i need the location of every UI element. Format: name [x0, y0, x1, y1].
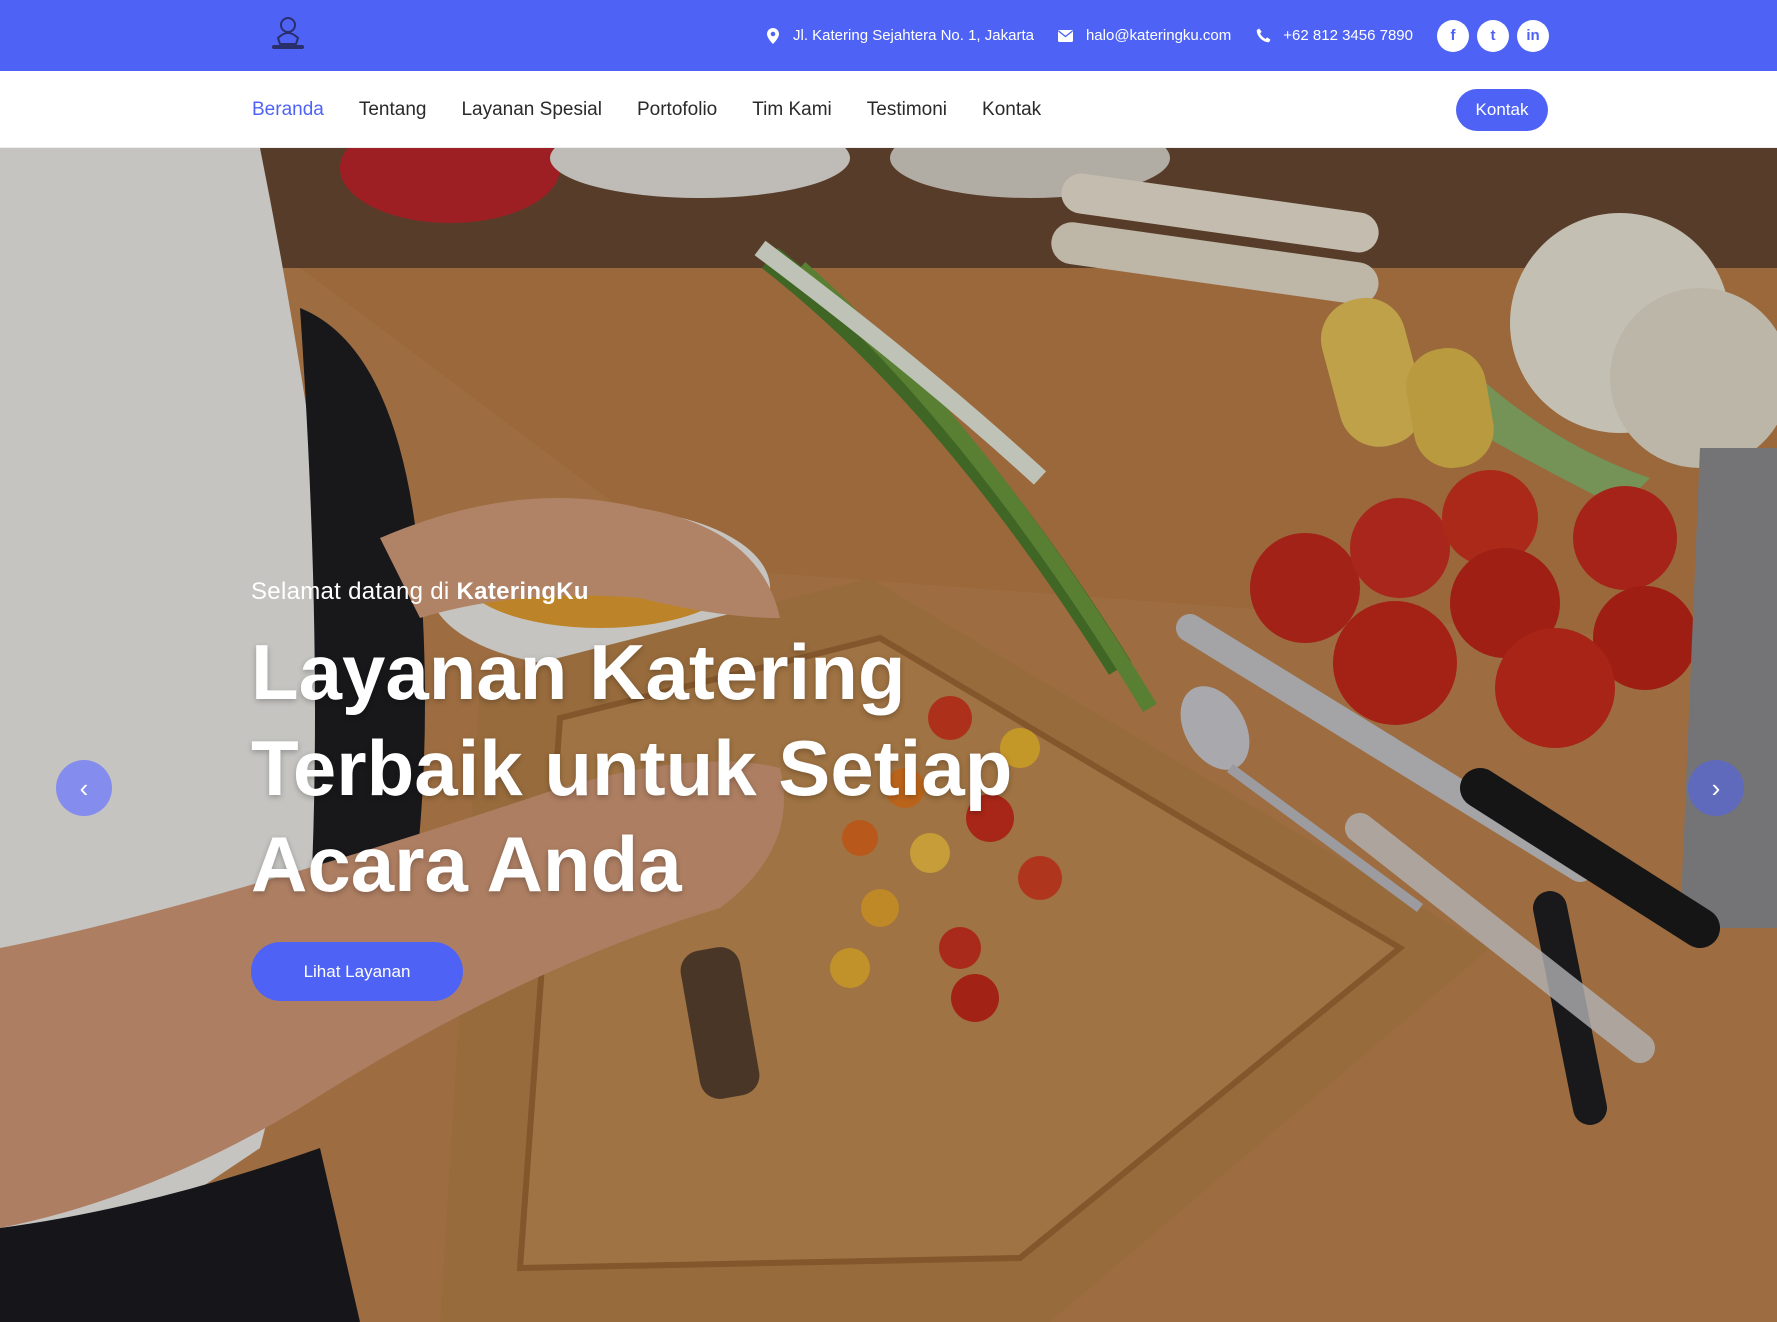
nav-link-tentang[interactable]: Tentang: [359, 99, 427, 121]
address-item: Jl. Katering Sejahtera No. 1, Jakarta: [765, 27, 1034, 44]
email-item[interactable]: halo@kateringku.com: [1058, 27, 1231, 44]
phone-icon: [1255, 28, 1271, 44]
address-text: Jl. Katering Sejahtera No. 1, Jakarta: [793, 27, 1034, 44]
envelope-icon: [1058, 28, 1074, 44]
nav-link-layanan-spesial[interactable]: Layanan Spesial: [461, 99, 602, 121]
welcome-brand: KateringKu: [456, 578, 589, 605]
site-logo[interactable]: [266, 16, 310, 54]
chevron-right-icon: ›: [1711, 772, 1721, 803]
view-services-button[interactable]: Lihat Layanan: [251, 942, 463, 1001]
welcome-prefix: Selamat datang di: [251, 578, 450, 605]
slider-next-button[interactable]: ›: [1688, 760, 1744, 816]
nav-link-portofolio[interactable]: Portofolio: [637, 99, 717, 121]
linkedin-icon[interactable]: in: [1517, 19, 1549, 52]
hero-slider: Selamat datang di KateringKu Layanan Kat…: [0, 148, 1777, 1322]
nav-link-kontak[interactable]: Kontak: [982, 99, 1041, 121]
hero-headline: Layanan Katering Terbaik untuk Setiap Ac…: [251, 628, 1013, 908]
hero-welcome-text: Selamat datang di KateringKu: [251, 578, 1151, 606]
twitter-icon[interactable]: t: [1477, 19, 1509, 52]
social-links: f t in: [1437, 19, 1549, 52]
slider-prev-button[interactable]: ‹: [56, 760, 112, 816]
map-pin-icon: [765, 27, 781, 44]
nav-link-testimoni[interactable]: Testimoni: [867, 99, 947, 121]
chevron-left-icon: ‹: [79, 772, 89, 803]
nav-link-tim-kami[interactable]: Tim Kami: [752, 99, 832, 121]
facebook-icon[interactable]: f: [1437, 19, 1469, 52]
contact-button[interactable]: Kontak: [1456, 89, 1548, 131]
email-text[interactable]: halo@kateringku.com: [1086, 27, 1231, 44]
nav-links: Beranda Tentang Layanan Spesial Portofol…: [252, 71, 1076, 148]
top-contact-bar: Jl. Katering Sejahtera No. 1, Jakarta ha…: [0, 0, 1777, 71]
hero-content: Selamat datang di KateringKu Layanan Kat…: [251, 578, 1151, 1001]
phone-text[interactable]: +62 812 3456 7890: [1283, 27, 1413, 44]
chef-hat-logo-icon: [272, 17, 304, 49]
phone-item[interactable]: +62 812 3456 7890: [1255, 27, 1413, 44]
main-navbar: Beranda Tentang Layanan Spesial Portofol…: [0, 71, 1777, 148]
nav-link-beranda[interactable]: Beranda: [252, 99, 324, 121]
